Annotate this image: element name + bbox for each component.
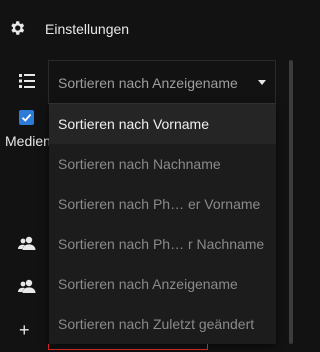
sort-option-zuletzt-geaendert[interactable]: Sortieren nach Zuletzt geändert xyxy=(49,304,276,344)
list-icon xyxy=(19,74,35,88)
option-label: Sortieren nach Ph… r Nachname xyxy=(58,236,265,252)
option-label: Sortieren nach Nachname xyxy=(58,156,221,172)
checkmark-icon xyxy=(21,113,32,122)
account-multiple-icon[interactable] xyxy=(18,236,36,250)
sort-select[interactable]: Sortieren nach Anzeigename xyxy=(48,60,276,104)
sort-option-phonetic-nachname[interactable]: Sortieren nach Ph… r Nachname xyxy=(49,224,276,264)
dropdown-arrow-icon xyxy=(258,80,266,85)
option-label: Sortieren nach Zuletzt geändert xyxy=(58,316,255,332)
media-checkbox[interactable] xyxy=(19,110,34,125)
option-label: Sortieren nach Vorname xyxy=(58,116,209,132)
sort-dropdown-menu: Sortieren nach Vorname Sortieren nach Na… xyxy=(49,104,276,344)
settings-label: Einstellungen xyxy=(45,21,130,37)
settings-header[interactable]: Einstellungen xyxy=(0,0,285,58)
sort-option-phonetic-vorname[interactable]: Sortieren nach Ph… er Vorname xyxy=(49,184,276,224)
sort-option-nachname[interactable]: Sortieren nach Nachname xyxy=(49,144,276,184)
error-field-outline xyxy=(48,344,208,350)
media-checkbox-label: Medien xyxy=(5,133,51,149)
settings-panel: Einstellungen Medien + Sortieren nach An… xyxy=(0,0,297,352)
account-multiple-icon[interactable] xyxy=(18,279,36,293)
gear-icon xyxy=(11,21,25,35)
option-label: Sortieren nach Ph… er Vorname xyxy=(58,196,261,212)
sort-select-value: Sortieren nach Anzeigename xyxy=(58,75,238,91)
sort-option-anzeigename[interactable]: Sortieren nach Anzeigename xyxy=(49,264,276,304)
option-label: Sortieren nach Anzeigename xyxy=(58,276,238,292)
plus-icon[interactable]: + xyxy=(19,321,30,339)
sort-option-vorname[interactable]: Sortieren nach Vorname xyxy=(49,104,276,144)
scrollbar[interactable] xyxy=(289,60,293,344)
